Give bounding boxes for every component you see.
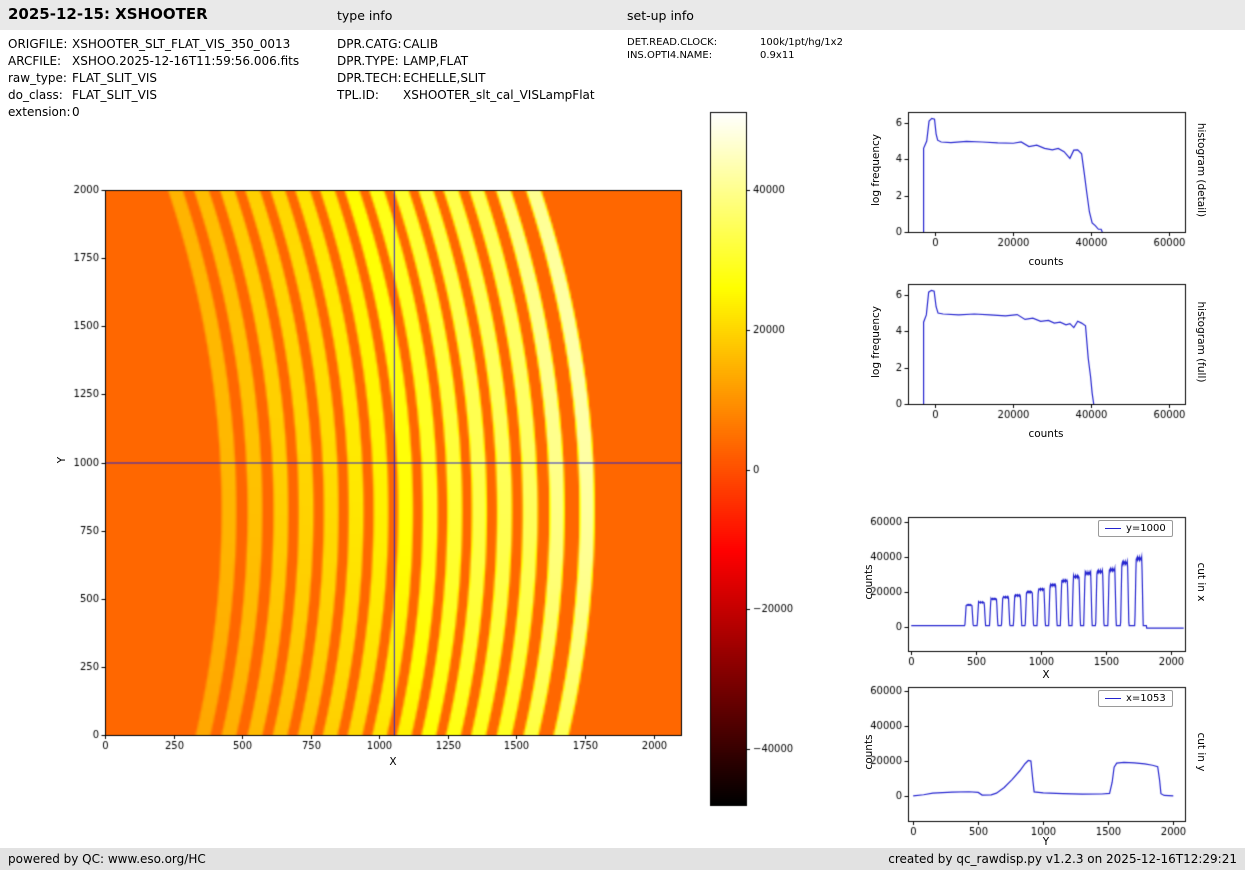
hist-full-side-label: histogram (full) xyxy=(1195,301,1207,383)
legend-line-swatch xyxy=(1105,698,1121,699)
cut-y-side-label: cut in y xyxy=(1195,732,1207,772)
meta-label: raw_type: xyxy=(8,71,67,85)
meta-label: extension: xyxy=(8,105,71,119)
meta-row-tpl-id: TPL.ID: XSHOOTER_slt_cal_VISLampFlat xyxy=(337,88,595,105)
meta-row-doclass: do_class: FLAT_SLIT_VIS xyxy=(8,88,299,105)
hist-detail-xaxis-label: counts xyxy=(1028,256,1064,268)
colorbar xyxy=(705,105,800,815)
file-info-block: ORIGFILE: XSHOOTER_SLT_FLAT_VIS_350_0013 … xyxy=(8,37,299,122)
meta-value: XSHOO.2025-12-16T11:59:56.006.fits xyxy=(72,54,300,68)
cut-y-legend-label: x=1053 xyxy=(1126,693,1166,704)
type-info-heading: type info xyxy=(337,8,393,23)
setup-info-block: DET.READ.CLOCK: 100k/1pt/hg/1x2 INS.OPTI4… xyxy=(627,37,843,62)
meta-value: XSHOOTER_slt_cal_VISLampFlat xyxy=(403,88,595,102)
raw-image-plot xyxy=(55,180,695,755)
header-bar: 2025-12-15: XSHOOTER type info set-up in… xyxy=(0,0,1245,30)
meta-value: LAMP,FLAT xyxy=(403,54,469,68)
main-xaxis-label: X xyxy=(389,756,397,768)
meta-value: XSHOOTER_SLT_FLAT_VIS_350_0013 xyxy=(72,37,291,51)
meta-row-dpr-catg: DPR.CATG:CALIB xyxy=(337,37,595,54)
meta-label: ORIGFILE: xyxy=(8,37,68,51)
meta-label: do_class: xyxy=(8,88,63,102)
meta-label: DPR.TYPE: xyxy=(337,54,399,68)
hist-full-yaxis-label: log frequency xyxy=(870,306,882,379)
meta-value: ECHELLE,SLIT xyxy=(403,71,486,85)
footer-bar: powered by QC: www.eso.org/HC created by… xyxy=(0,848,1245,870)
meta-label: DPR.CATG: xyxy=(337,37,402,51)
meta-row-extension: extension:0 xyxy=(8,105,299,122)
meta-label: TPL.ID: xyxy=(337,88,379,102)
histogram-full-plot xyxy=(860,272,1200,432)
meta-value: 100k/1pt/hg/1x2 xyxy=(760,37,843,48)
meta-value: FLAT_SLIT_VIS xyxy=(72,88,158,102)
page-title: 2025-12-15: XSHOOTER xyxy=(8,5,208,23)
meta-value: 0 xyxy=(72,105,80,119)
meta-row-rawtype: raw_type: FLAT_SLIT_VIS xyxy=(8,71,299,88)
hist-full-xaxis-label: counts xyxy=(1028,428,1064,440)
cut-x-xaxis-label: X xyxy=(1042,669,1050,681)
meta-label: DET.READ.CLOCK: xyxy=(627,37,718,48)
legend-line-swatch xyxy=(1105,528,1121,529)
meta-row-opti4-name: INS.OPTI4.NAME: 0.9x11 xyxy=(627,50,843,63)
hist-detail-side-label: histogram (detail) xyxy=(1195,122,1207,218)
qc-rawdisp-page: 2025-12-15: XSHOOTER type info set-up in… xyxy=(0,0,1245,870)
meta-row-dpr-tech: DPR.TECH:ECHELLE,SLIT xyxy=(337,71,595,88)
cut-x-legend-label: y=1000 xyxy=(1126,523,1166,534)
footer-powered-by: powered by QC: www.eso.org/HC xyxy=(8,852,206,866)
cut-x-side-label: cut in x xyxy=(1195,562,1207,602)
cut-x-yaxis-label: counts xyxy=(863,564,875,600)
meta-row-read-clock: DET.READ.CLOCK: 100k/1pt/hg/1x2 xyxy=(627,37,843,50)
meta-value: CALIB xyxy=(403,37,439,51)
meta-label: INS.OPTI4.NAME: xyxy=(627,49,713,61)
histogram-detail-plot xyxy=(860,100,1200,260)
main-yaxis-label: Y xyxy=(56,456,68,464)
cut-y-xaxis-label: Y xyxy=(1042,836,1050,848)
hist-detail-yaxis-label: log frequency xyxy=(870,134,882,207)
footer-created-by: created by qc_rawdisp.py v1.2.3 on 2025-… xyxy=(888,852,1237,866)
meta-row-dpr-type: DPR.TYPE: LAMP,FLAT xyxy=(337,54,595,71)
meta-value: FLAT_SLIT_VIS xyxy=(72,71,158,85)
meta-row-origfile: ORIGFILE: XSHOOTER_SLT_FLAT_VIS_350_0013 xyxy=(8,37,299,54)
cut-y-legend: x=1053 xyxy=(1098,690,1173,707)
meta-label: DPR.TECH: xyxy=(337,71,402,85)
cut-x-legend: y=1000 xyxy=(1098,520,1173,537)
cut-y-yaxis-label: counts xyxy=(863,734,875,770)
meta-row-arcfile: ARCFILE: XSHOO.2025-12-16T11:59:56.006.fi… xyxy=(8,54,299,71)
setup-info-heading: set-up info xyxy=(627,8,694,23)
type-info-block: DPR.CATG:CALIB DPR.TYPE: LAMP,FLAT DPR.TE… xyxy=(337,37,595,105)
meta-label: ARCFILE: xyxy=(8,54,62,68)
meta-value: 0.9x11 xyxy=(760,49,795,61)
